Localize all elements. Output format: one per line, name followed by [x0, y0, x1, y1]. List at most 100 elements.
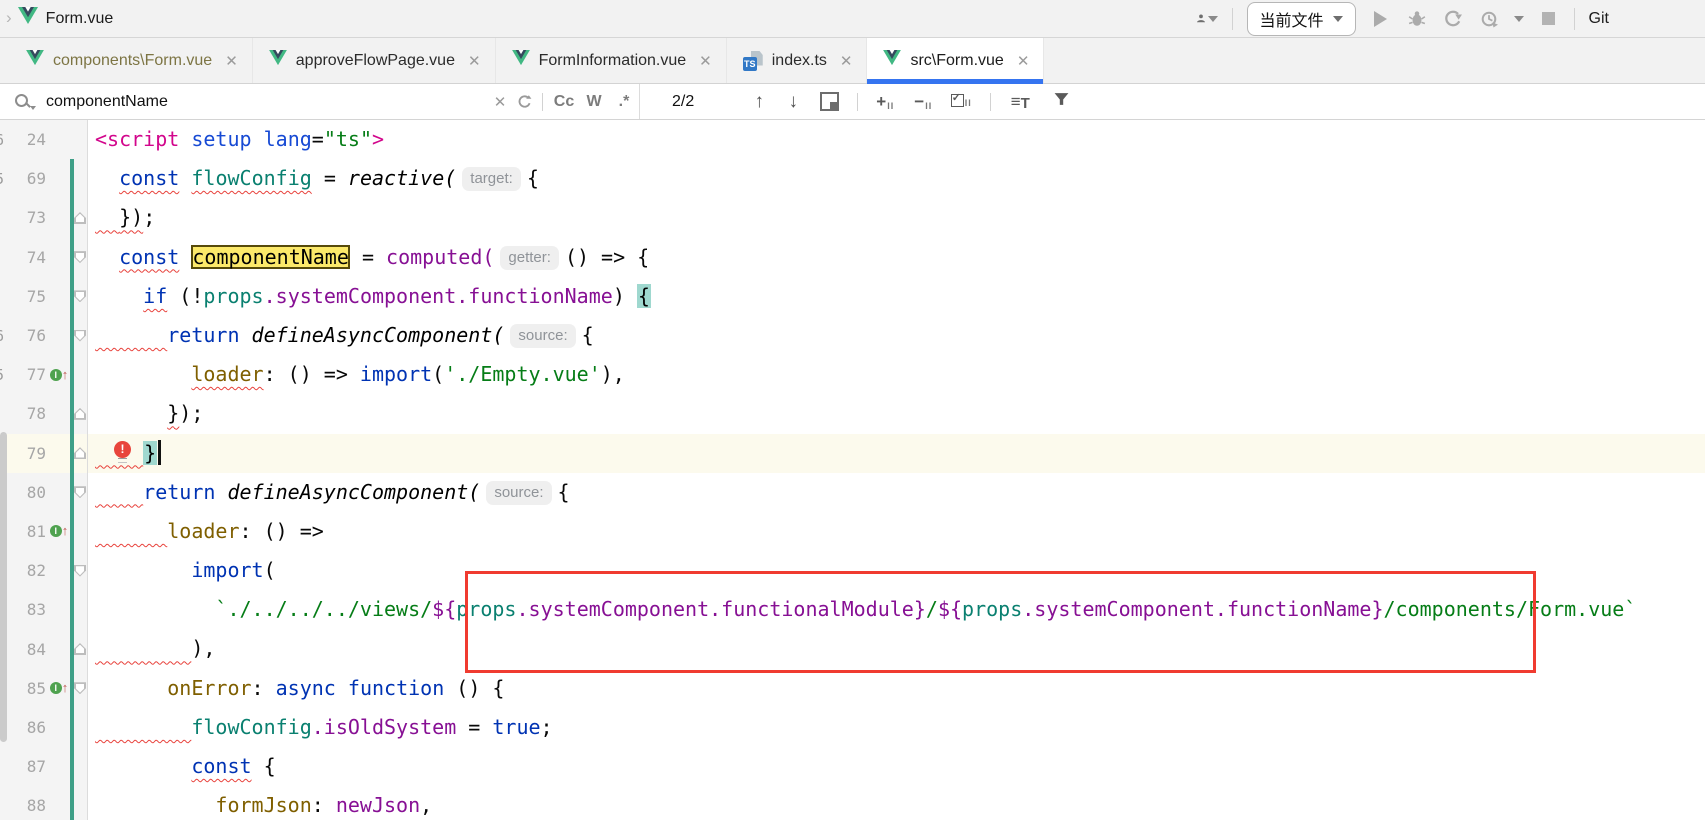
next-match-icon[interactable]: ↓: [776, 91, 810, 113]
implement-marker-icon[interactable]: I↑: [50, 369, 69, 381]
stop-icon[interactable]: [1538, 8, 1560, 30]
token: ),: [191, 636, 215, 660]
run-icon[interactable]: [1370, 8, 1392, 30]
code-text[interactable]: onError: async function () {: [88, 669, 1705, 708]
token: : () =>: [264, 362, 360, 386]
token: [95, 480, 143, 504]
code-line: 74 const componentName = computed(getter…: [0, 238, 1705, 277]
select-all-occurrences-icon[interactable]: II: [942, 94, 980, 109]
filter-funnel-icon[interactable]: [1053, 91, 1070, 112]
code-text[interactable]: const flowConfig = reactive(target:{: [88, 159, 1705, 198]
code-line: 569 const flowConfig = reactive(target:{: [0, 159, 1705, 198]
fold-start-icon[interactable]: [74, 290, 86, 302]
error-bulb-icon[interactable]: !: [114, 441, 131, 458]
clipped-digit-artifact: 5: [0, 170, 4, 188]
code-text[interactable]: const componentName = computed(getter:()…: [88, 238, 1705, 277]
code-text[interactable]: return defineAsyncComponent(source:{: [88, 316, 1705, 355]
search-field[interactable]: componentName ✕ Cc W .*: [0, 84, 640, 119]
token: );: [179, 401, 203, 425]
fold-start-icon[interactable]: [74, 565, 86, 577]
tab-4[interactable]: TSindex.ts✕: [727, 38, 868, 83]
filter-lines-icon[interactable]: ≡T: [1001, 92, 1039, 112]
fold-end-icon[interactable]: [74, 447, 86, 459]
close-tab-icon[interactable]: ✕: [225, 52, 238, 70]
match-case-toggle[interactable]: Cc: [549, 93, 579, 111]
token: (: [264, 558, 276, 582]
divider: [990, 93, 991, 111]
divider: [1232, 8, 1233, 30]
profiler-dropdown-icon[interactable]: [1514, 16, 1524, 22]
history-arrow-icon[interactable]: [512, 90, 536, 114]
token: [336, 676, 348, 700]
fold-end-icon[interactable]: [74, 408, 86, 420]
implement-marker-icon[interactable]: I↑: [50, 525, 69, 537]
git-menu-label[interactable]: Git: [1589, 10, 1609, 28]
token: defineAsyncComponent(: [227, 480, 480, 504]
close-tab-icon[interactable]: ✕: [699, 52, 712, 70]
fold-start-icon[interactable]: [74, 682, 86, 694]
code-text[interactable]: loader: () => import('./Empty.vue'),: [88, 355, 1705, 394]
clipped-digit-artifact: 6: [0, 327, 4, 345]
find-in-selection-icon[interactable]: [820, 92, 839, 111]
code-line: 79! }: [0, 434, 1705, 473]
clipped-digit-artifact: 5: [0, 366, 4, 384]
token: [179, 127, 191, 151]
code-text[interactable]: <script setup lang="ts">: [88, 120, 1705, 159]
search-input[interactable]: componentName: [46, 93, 488, 111]
token: ;: [143, 205, 155, 229]
code-editor[interactable]: 624<script setup lang="ts">569 const flo…: [0, 120, 1705, 820]
gutter: 84: [0, 629, 88, 668]
gutter: 87: [0, 747, 88, 786]
code-text[interactable]: });: [88, 394, 1705, 433]
code-text[interactable]: loader: () =>: [88, 512, 1705, 551]
token: }: [167, 401, 179, 425]
fold-start-icon[interactable]: [74, 486, 86, 498]
fold-end-icon[interactable]: [74, 643, 86, 655]
token: loader: [191, 362, 263, 386]
clear-search-icon[interactable]: ✕: [488, 90, 512, 114]
words-toggle[interactable]: W: [579, 93, 609, 111]
token: [95, 558, 191, 582]
implement-marker-icon[interactable]: I↑: [50, 682, 69, 694]
token: [95, 205, 119, 229]
token: {: [558, 480, 570, 504]
gutter: 79: [0, 434, 88, 473]
run-configuration-label: 当前文件: [1260, 7, 1324, 31]
token: [95, 597, 215, 621]
breadcrumb-chevron-icon: ›: [6, 8, 12, 28]
tab-1[interactable]: components\Form.vue✕: [10, 38, 253, 83]
debug-icon[interactable]: [1406, 8, 1428, 30]
user-icon[interactable]: [1196, 8, 1218, 30]
gutter: 75: [0, 277, 88, 316]
code-text[interactable]: formJson: newJson,: [88, 786, 1705, 820]
code-text[interactable]: if (!props.systemComponent.functionName)…: [88, 277, 1705, 316]
code-text[interactable]: return defineAsyncComponent(source:{: [88, 473, 1705, 512]
gutter: 88: [0, 786, 88, 820]
close-tab-icon[interactable]: ✕: [468, 52, 481, 70]
regex-toggle[interactable]: .*: [609, 93, 639, 111]
fold-end-icon[interactable]: [74, 212, 86, 224]
gutter: 676: [0, 316, 88, 355]
code-text[interactable]: flowConfig.isOldSystem = true;: [88, 708, 1705, 747]
add-occurrence-icon[interactable]: +II: [866, 92, 904, 112]
token: const: [119, 245, 179, 269]
code-text[interactable]: });: [88, 198, 1705, 237]
code-text[interactable]: const {: [88, 747, 1705, 786]
tab-2[interactable]: approveFlowPage.vue✕: [253, 38, 496, 83]
profiler-icon[interactable]: [1478, 8, 1500, 30]
typescript-file-icon: TS: [743, 51, 763, 71]
remove-occurrence-icon[interactable]: −II: [904, 92, 942, 112]
close-tab-icon[interactable]: ✕: [840, 52, 853, 70]
run-configuration-select[interactable]: 当前文件: [1247, 2, 1356, 36]
tab-5[interactable]: src\Form.vue✕: [867, 38, 1044, 83]
user-dropdown-icon[interactable]: [1208, 16, 1218, 22]
fold-start-icon[interactable]: [74, 330, 86, 342]
close-tab-icon[interactable]: ✕: [1017, 52, 1030, 70]
prev-match-icon[interactable]: ↑: [742, 91, 776, 113]
gutter: 73: [0, 198, 88, 237]
fold-start-icon[interactable]: [74, 251, 86, 263]
tab-3[interactable]: FormInformation.vue✕: [496, 38, 727, 83]
code-text[interactable]: ! }: [88, 434, 1705, 473]
coverage-icon[interactable]: [1442, 8, 1464, 30]
search-icon[interactable]: [14, 93, 32, 111]
